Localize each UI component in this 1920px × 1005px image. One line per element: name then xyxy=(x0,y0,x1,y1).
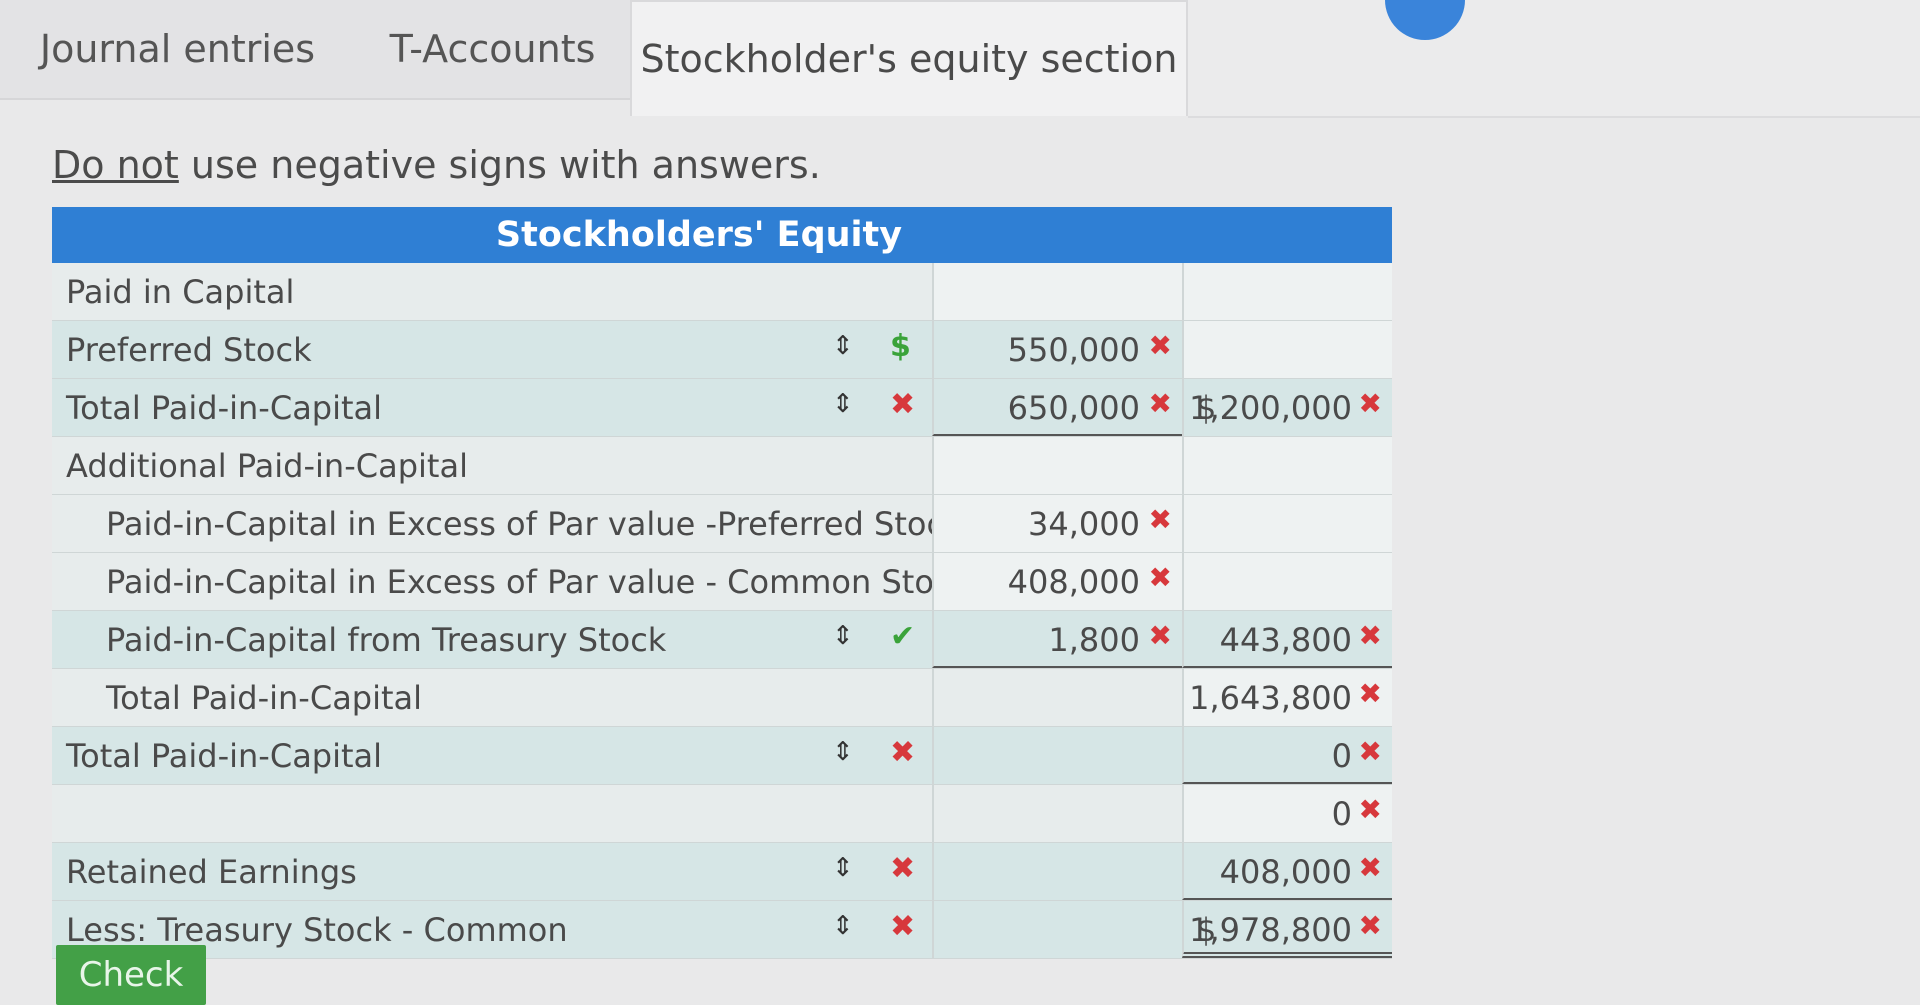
tab-bar: Journal entries T-Accounts Stockholder's… xyxy=(0,0,1920,118)
amount-cell-2[interactable] xyxy=(1182,553,1392,610)
sort-arrows-icon[interactable]: ⇕ xyxy=(832,331,854,361)
x-mark-icon: ✖ xyxy=(890,851,916,886)
row-label: Paid-in-Capital in Excess of Par value -… xyxy=(106,563,971,601)
amount-value[interactable]: 1,200,000 xyxy=(1189,389,1352,427)
amount-cell-1[interactable]: 550,000 ✖ xyxy=(932,321,1182,378)
amount-cell-2[interactable] xyxy=(1182,263,1392,320)
tab-t-accounts[interactable]: T-Accounts xyxy=(355,0,630,100)
sort-arrows-icon[interactable]: ⇕ xyxy=(832,911,854,941)
table-row[interactable]: Less: Treasury Stock - Common ⇕ ✖ $ 1,97… xyxy=(52,901,1392,959)
x-mark-icon: ✖ xyxy=(1358,735,1382,768)
instruction-emphasis: Do not xyxy=(52,143,179,187)
amount-value[interactable]: 34,000 xyxy=(1028,505,1140,543)
amount-cell-1[interactable] xyxy=(932,263,1182,320)
check-button[interactable]: Check xyxy=(56,945,206,1005)
row-label: Paid-in-Capital in Excess of Par value -… xyxy=(106,505,963,543)
amount-value[interactable]: 1,978,800 xyxy=(1189,911,1352,949)
row-label: Paid in Capital xyxy=(66,273,295,311)
table-row[interactable]: Preferred Stock ⇕ $ 550,000 ✖ xyxy=(52,321,1392,379)
account-select[interactable]: Preferred Stock xyxy=(66,331,312,369)
amount-value[interactable]: 550,000 xyxy=(1008,331,1140,369)
tab-journal-entries[interactable]: Journal entries xyxy=(0,0,355,100)
instruction-rest: use negative signs with answers. xyxy=(178,143,821,187)
table-row[interactable]: Retained Earnings ⇕ ✖ 408,000 ✖ xyxy=(52,843,1392,901)
x-mark-icon: ✖ xyxy=(1358,793,1382,826)
amount-value[interactable]: 443,800 xyxy=(1220,621,1352,659)
table-row[interactable]: Total Paid-in-Capital ⇕ ✖ 0 ✖ xyxy=(52,727,1392,785)
x-mark-icon: ✖ xyxy=(1358,677,1382,710)
table-row[interactable]: Total Paid-in-Capital ⇕ ✖ 650,000 ✖ $ 1,… xyxy=(52,379,1392,437)
stockholders-equity-table: Stockholders' Equity Paid in Capital Pre… xyxy=(52,207,1392,959)
sort-arrows-icon[interactable]: ⇕ xyxy=(832,737,854,767)
account-select[interactable]: Paid-in-Capital from Treasury Stock xyxy=(106,621,666,659)
amount-cell-1[interactable] xyxy=(932,669,1182,726)
amount-value[interactable]: 1,643,800 xyxy=(1189,679,1352,717)
amount-value[interactable]: 408,000 xyxy=(1008,563,1140,601)
amount-cell-1[interactable]: 650,000 ✖ xyxy=(932,379,1182,436)
table-row: Paid-in-Capital in Excess of Par value -… xyxy=(52,553,1392,611)
account-select[interactable]: Total Paid-in-Capital xyxy=(66,389,382,427)
amount-value[interactable]: 0 xyxy=(1332,795,1352,833)
amount-cell-1[interactable] xyxy=(932,727,1182,784)
tab-stockholders-equity[interactable]: Stockholder's equity section xyxy=(630,0,1188,116)
account-select[interactable]: Less: Treasury Stock - Common xyxy=(66,911,568,949)
amount-value[interactable]: 1,800 xyxy=(1048,621,1140,659)
dollar-sign-icon: $ xyxy=(890,329,911,364)
account-select[interactable]: Total Paid-in-Capital xyxy=(66,737,382,775)
check-mark-icon: ✔ xyxy=(890,619,916,654)
amount-cell-2[interactable] xyxy=(1182,495,1392,552)
x-mark-icon: ✖ xyxy=(1148,561,1172,594)
table-row: Total Paid-in-Capital 1,643,800 ✖ xyxy=(52,669,1392,727)
amount-cell-2[interactable] xyxy=(1182,437,1392,494)
x-mark-icon: ✖ xyxy=(1358,851,1382,884)
amount-cell-1[interactable]: 34,000 ✖ xyxy=(932,495,1182,552)
amount-cell-2[interactable]: $ 1,978,800 ✖ xyxy=(1182,901,1392,958)
sort-arrows-icon[interactable]: ⇕ xyxy=(832,853,854,883)
x-mark-icon: ✖ xyxy=(1148,329,1172,362)
tab-bar-fill xyxy=(1188,0,1920,118)
amount-cell-2[interactable]: 0 ✖ xyxy=(1182,785,1392,842)
amount-cell-2[interactable]: 0 ✖ xyxy=(1182,727,1392,784)
amount-cell-2[interactable]: 408,000 ✖ xyxy=(1182,843,1392,900)
account-select[interactable]: Retained Earnings xyxy=(66,853,357,891)
x-mark-icon: ✖ xyxy=(890,735,916,770)
x-mark-icon: ✖ xyxy=(890,387,916,422)
amount-value[interactable]: 408,000 xyxy=(1220,853,1352,891)
x-mark-icon: ✖ xyxy=(1358,909,1382,942)
x-mark-icon: ✖ xyxy=(1148,387,1172,420)
amount-value[interactable]: 650,000 xyxy=(1008,389,1140,427)
amount-cell-2[interactable]: 1,643,800 ✖ xyxy=(1182,669,1392,726)
x-mark-icon: ✖ xyxy=(890,909,916,944)
table-row: Paid in Capital xyxy=(52,263,1392,321)
amount-cell-2[interactable]: $ 1,200,000 ✖ xyxy=(1182,379,1392,436)
amount-cell-1[interactable]: 408,000 ✖ xyxy=(932,553,1182,610)
amount-cell-2[interactable]: 443,800 ✖ xyxy=(1182,611,1392,668)
amount-value[interactable]: 0 xyxy=(1332,737,1352,775)
table-title: Stockholders' Equity xyxy=(52,207,1392,263)
amount-cell-1[interactable] xyxy=(932,437,1182,494)
x-mark-icon: ✖ xyxy=(1358,387,1382,420)
amount-cell-1[interactable] xyxy=(932,843,1182,900)
table-row[interactable]: Paid-in-Capital from Treasury Stock ⇕ ✔ … xyxy=(52,611,1392,669)
table-row: 0 ✖ xyxy=(52,785,1392,843)
sort-arrows-icon[interactable]: ⇕ xyxy=(832,389,854,419)
x-mark-icon: ✖ xyxy=(1148,619,1172,652)
instruction-text: Do not use negative signs with answers. xyxy=(52,143,821,187)
row-label: Total Paid-in-Capital xyxy=(106,679,423,717)
amount-cell-1[interactable] xyxy=(932,901,1182,958)
amount-cell-1[interactable] xyxy=(932,785,1182,842)
amount-cell-2[interactable] xyxy=(1182,321,1392,378)
x-mark-icon: ✖ xyxy=(1358,619,1382,652)
table-row: Paid-in-Capital in Excess of Par value -… xyxy=(52,495,1392,553)
sort-arrows-icon[interactable]: ⇕ xyxy=(832,621,854,651)
table-row: Additional Paid-in-Capital xyxy=(52,437,1392,495)
amount-cell-1[interactable]: 1,800 ✖ xyxy=(932,611,1182,668)
x-mark-icon: ✖ xyxy=(1148,503,1172,536)
row-label: Additional Paid-in-Capital xyxy=(66,447,468,485)
